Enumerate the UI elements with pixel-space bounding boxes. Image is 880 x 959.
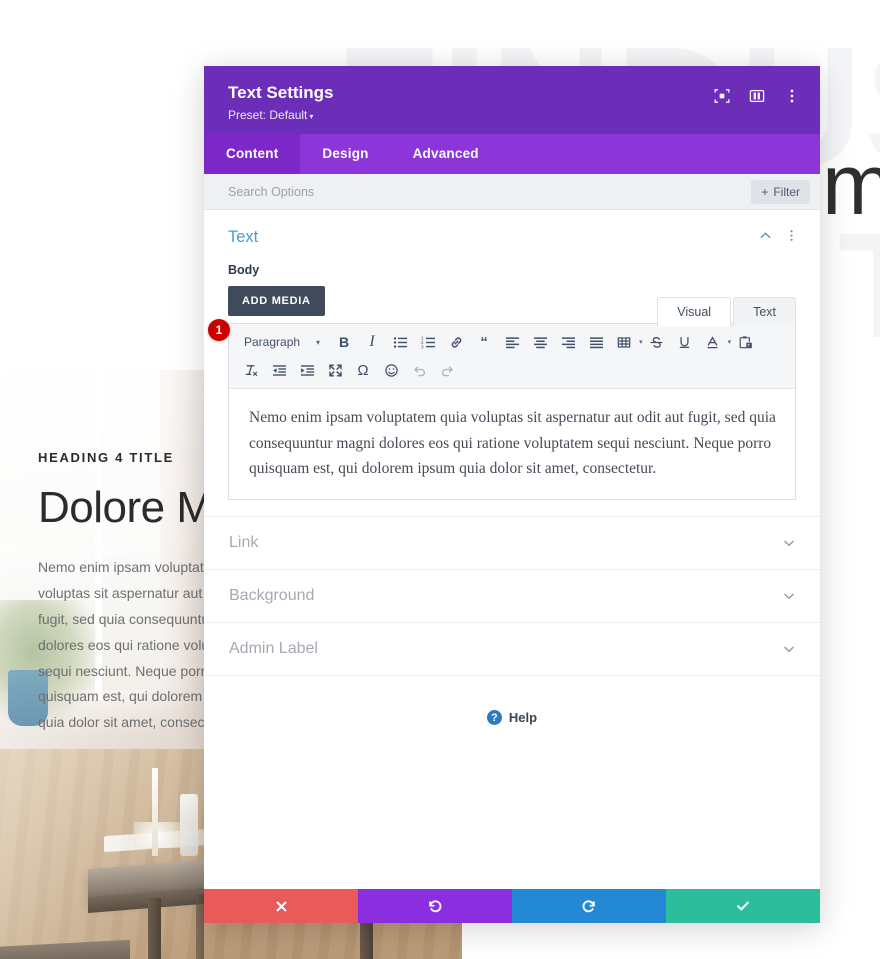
help-label: Help <box>508 710 538 725</box>
align-right-icon[interactable] <box>555 329 581 355</box>
close-button[interactable] <box>204 889 358 923</box>
photo-candle <box>152 768 158 856</box>
search-input[interactable] <box>228 184 636 199</box>
save-button[interactable] <box>666 889 820 923</box>
modal-tab-bar: Content Design Advanced <box>204 134 820 175</box>
page-root: FINDUS T m HEADING 4 TITLE Dolore Ma Nem… <box>0 0 880 959</box>
italic-icon[interactable]: I <box>359 329 385 355</box>
editor-box: Paragraph ▾ B I 1 2 3 “ ▾ ▾ T Ω Nemo eni… <box>228 323 796 500</box>
svg-text:3: 3 <box>421 344 424 349</box>
more-options-icon[interactable] <box>785 229 798 247</box>
special-character-icon[interactable]: Ω <box>350 357 376 383</box>
accordion-item-link[interactable]: Link <box>204 516 820 569</box>
align-left-icon[interactable] <box>499 329 525 355</box>
editor-tab-text[interactable]: Text <box>733 297 796 327</box>
table-icon[interactable] <box>611 329 637 355</box>
section-title: Text <box>228 228 259 247</box>
plus-icon: + <box>761 184 769 199</box>
more-options-icon[interactable] <box>784 88 800 104</box>
text-section-header: Text <box>204 210 820 253</box>
blockquote-icon[interactable]: “ <box>471 329 497 355</box>
editor-content[interactable]: Nemo enim ipsam voluptatem quia voluptas… <box>229 389 795 499</box>
chevron-up-icon[interactable] <box>759 229 772 247</box>
link-icon[interactable] <box>443 329 469 355</box>
modal-header-actions <box>714 82 800 104</box>
accordion-item-background[interactable]: Background <box>204 569 820 622</box>
accordion-label: Background <box>229 587 315 604</box>
chevron-down-icon: ▾ <box>309 112 314 122</box>
align-center-icon[interactable] <box>527 329 553 355</box>
indent-icon[interactable] <box>294 357 320 383</box>
chevron-down-icon <box>782 589 796 603</box>
underline-icon[interactable] <box>672 329 698 355</box>
modal-header: Text Settings Preset: Default ▾ <box>204 66 820 135</box>
photo-table-leg-1 <box>148 898 161 959</box>
modal-header-titles: Text Settings Preset: Default ▾ <box>228 82 333 122</box>
align-justify-icon[interactable] <box>583 329 609 355</box>
redo-button[interactable] <box>512 889 666 923</box>
body-field-block: Body ADD MEDIA Visual Text Paragraph ▾ B… <box>204 253 820 500</box>
preset-label: Preset: Default <box>228 108 308 123</box>
emoji-icon[interactable] <box>378 357 404 383</box>
editor-toolbar: Paragraph ▾ B I 1 2 3 “ ▾ ▾ T Ω <box>229 324 795 390</box>
format-select[interactable]: Paragraph ▾ <box>237 329 326 355</box>
chevron-down-icon: ▾ <box>316 337 321 347</box>
preset-selector[interactable]: Preset: Default ▾ <box>228 108 333 122</box>
chevron-down-icon <box>782 536 796 550</box>
bold-icon[interactable]: B <box>331 329 357 355</box>
text-color-icon[interactable] <box>700 329 726 355</box>
photo-table-leg-3 <box>196 894 204 959</box>
tab-content[interactable]: Content <box>204 134 301 175</box>
undo-button[interactable] <box>358 889 512 923</box>
background-letter-m: m <box>822 137 880 233</box>
tab-advanced[interactable]: Advanced <box>391 134 501 174</box>
layout-panel-icon[interactable] <box>749 88 765 104</box>
step-badge-1: 1 <box>208 319 230 342</box>
accordion-item-admin-label[interactable]: Admin Label <box>204 622 820 676</box>
help-link[interactable]: ? Help <box>204 676 820 735</box>
photo-bottle <box>180 794 198 856</box>
format-select-label: Paragraph <box>244 335 301 350</box>
text-settings-modal: Text Settings Preset: Default ▾ Content … <box>204 66 820 923</box>
fullscreen-icon[interactable] <box>322 357 348 383</box>
paste-as-text-icon[interactable]: T <box>732 329 758 355</box>
modal-body: Text Body ADD MEDIA Visual Text Paragrap… <box>204 210 820 889</box>
strikethrough-icon[interactable] <box>644 329 670 355</box>
add-media-button[interactable]: ADD MEDIA <box>228 286 325 317</box>
outdent-icon[interactable] <box>266 357 292 383</box>
chevron-down-icon[interactable]: ▾ <box>728 338 732 346</box>
editor-mode-tabs: Visual Text <box>657 297 796 327</box>
focus-icon[interactable] <box>714 88 730 104</box>
clear-formatting-icon[interactable] <box>238 357 264 383</box>
body-field-label: Body <box>228 263 260 278</box>
chevron-down-icon <box>782 642 796 656</box>
help-icon: ? <box>486 710 502 725</box>
filter-button[interactable]: + Filter <box>751 179 810 204</box>
rich-text-editor: Visual Text Paragraph ▾ B I 1 2 3 “ ▾ ▾ … <box>208 297 796 500</box>
accordion-label: Link <box>229 534 259 551</box>
search-options-bar: + Filter <box>204 174 820 211</box>
modal-footer <box>204 889 820 923</box>
chevron-down-icon[interactable]: ▾ <box>639 338 643 346</box>
accordion-label: Admin Label <box>229 640 318 657</box>
modal-title: Text Settings <box>228 83 334 102</box>
redo-icon[interactable] <box>434 357 460 383</box>
numbered-list-icon[interactable]: 1 2 3 <box>415 329 441 355</box>
tab-design[interactable]: Design <box>300 134 390 174</box>
editor-tab-visual[interactable]: Visual <box>657 297 732 327</box>
undo-icon[interactable] <box>406 357 432 383</box>
section-header-actions <box>759 229 798 247</box>
bulleted-list-icon[interactable] <box>387 329 413 355</box>
options-accordion: Link Background Admin Label <box>204 516 820 676</box>
svg-text:T: T <box>747 343 750 348</box>
filter-button-label: Filter <box>773 184 800 199</box>
